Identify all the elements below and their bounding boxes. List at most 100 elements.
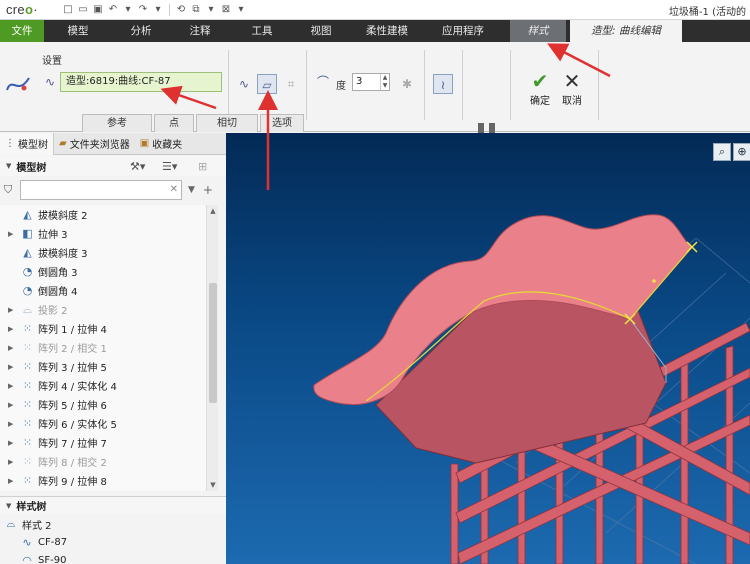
tab-applications[interactable]: 应用程序 [426,20,500,42]
model-tree-header[interactable]: ▼ 模型树 ⚒▾ ☰▾ ⊞ [0,156,226,176]
dropdown-icon[interactable]: ▼ [188,185,195,195]
tree-row[interactable]: ▶ ⁙ 阵列 1 / 拉伸 4 [0,319,206,338]
expand-icon[interactable]: ▶ [8,401,16,409]
tab-model[interactable]: 模型 [44,20,112,42]
tab-view[interactable]: 视图 [294,20,348,42]
windows-icon[interactable]: ⧉ [190,4,202,16]
columns-icon[interactable]: ⊞ [198,160,207,173]
radial-icon[interactable]: ✱ [397,74,417,94]
tree-row[interactable]: ◭ 拔模斜度 3 [0,243,206,262]
tree-row[interactable]: ▶ ⁙ 阵列 3 / 拉伸 5 [0,357,206,376]
clear-icon[interactable]: ✕ [170,184,178,195]
style-tree-item[interactable]: ◠ SF-90 [0,551,226,564]
zoom-fit-icon[interactable]: ⌕ [713,143,731,161]
subtab-references[interactable]: 参考 [82,114,152,132]
tree-row-label: 拔模斜度 2 [38,211,88,222]
new-file-icon[interactable]: □ [62,4,74,16]
tree-row[interactable]: ▶ ⁙ 阵列 9 / 拉伸 8 [0,471,206,490]
expand-icon[interactable]: ▶ [8,306,16,314]
favorites-icon: ▣ [139,138,150,149]
tab-analysis[interactable]: 分析 [112,20,170,42]
tab-annotate[interactable]: 注释 [170,20,230,42]
tree-row[interactable]: ◔ 倒圆角 4 [0,281,206,300]
tree-row-label: 阵列 1 / 拉伸 4 [38,325,107,336]
regenerate-icon[interactable]: ⟲ [175,4,187,16]
control-point[interactable] [652,279,656,283]
tab-folder-browser[interactable]: ▰ 文件夹浏览器 [54,133,135,155]
tab-style[interactable]: 样式 [510,20,566,42]
free-curve-icon[interactable]: ∿ [234,74,254,94]
add-icon[interactable]: + [203,183,213,197]
spinner-arrows[interactable]: ▲ ▼ [380,74,389,90]
tree-row-label: 投影 2 [38,306,68,317]
dropdown-icon[interactable]: ▾ [152,4,164,16]
tab-favorites[interactable]: ▣ 收藏夹 [135,133,187,155]
tab-flexible-modeling[interactable]: 柔性建模 [348,20,426,42]
cos-curve-icon[interactable]: ⌗ [281,74,301,94]
expand-icon[interactable]: ▶ [8,458,16,466]
tree-row-label: 阵列 7 / 拉伸 7 [38,439,107,450]
navigator-tabs: ⋮ 模型树 ▰ 文件夹浏览器 ▣ 收藏夹 [0,132,226,155]
expand-icon[interactable]: ▶ [8,325,16,333]
tab-model-tree[interactable]: ⋮ 模型树 [0,132,54,155]
tree-scrollbar[interactable]: ▲ ▼ [206,205,218,491]
dropdown-icon[interactable]: ▾ [205,4,217,16]
filter-icon[interactable]: ⛉ [4,183,20,197]
style-tree-root[interactable]: ⌓ 样式 2 [0,515,226,533]
subtab-tangent[interactable]: 相切 [196,114,258,132]
expand-icon[interactable]: ▶ [8,344,16,352]
expand-icon[interactable]: ▶ [8,382,16,390]
tree-row[interactable]: ▶ ⁙ 阵列 5 / 拉伸 6 [0,395,206,414]
subtab-options[interactable]: 选项 [260,114,304,132]
dropdown-icon[interactable]: ▾ [122,4,134,16]
expand-icon[interactable]: ▶ [8,230,16,238]
show-list-icon[interactable]: ☰▾ [162,160,177,173]
collapse-icon[interactable]: ▼ [6,502,11,510]
tab-file[interactable]: 文件 [0,20,44,42]
tree-row[interactable]: ◔ 倒圆角 3 [0,262,206,281]
planar-curve-icon[interactable]: ▱ [257,74,277,94]
scroll-up-icon[interactable]: ▲ [207,205,219,217]
tab-tools[interactable]: 工具 [230,20,294,42]
tree-search-input[interactable]: ✕ [20,180,182,200]
tab-curve-edit[interactable]: 造型: 曲线编辑 [570,20,682,42]
collapse-icon[interactable]: ▼ [6,162,11,170]
expand-icon[interactable]: ▶ [8,477,16,485]
settings-hammer-icon[interactable]: ⚒▾ [130,160,145,173]
checkmark-icon: ✔ [531,69,549,93]
save-icon[interactable]: ▣ [92,4,104,16]
customize-dropdown-icon[interactable]: ▾ [235,4,247,16]
tree-row[interactable]: ▶ ⌓ 投影 2 [0,300,206,319]
expand-icon[interactable]: ▶ [8,439,16,447]
graphics-viewport[interactable]: ⌕ ⊕ [226,133,750,564]
tree-row[interactable]: ▶ ⁙ 阵列 2 / 相交 1 [0,338,206,357]
curve-reference-field[interactable]: 造型:6819:曲线:CF-87 [60,72,222,92]
style-icon: ⌓ [6,517,16,530]
ribbon-panel: 设置 ∿ 造型:6819:曲线:CF-87 ∿ ▱ ⌗ ⌒ 度 3 ▲ ▼ ✱ ≀ … [0,42,750,140]
scroll-down-icon[interactable]: ▼ [207,479,219,491]
scroll-thumb[interactable] [209,283,217,403]
tree-row[interactable]: ◭ 拔模斜度 2 [0,205,206,224]
tree-row[interactable]: ▶ ◧ 拉伸 3 [0,224,206,243]
zoom-in-icon[interactable]: ⊕ [733,143,750,161]
tree-row[interactable]: ▶ ⁙ 阵列 8 / 相交 2 [0,452,206,471]
close-window-icon[interactable]: ⊠ [220,4,232,16]
ok-button[interactable]: ✔ 确定 [523,70,557,107]
degree-icon: ⌒ [316,75,329,89]
curvature-display-icon[interactable]: ≀ [433,74,453,94]
curve-type-icon[interactable]: ∿ [40,72,60,92]
expand-icon[interactable]: ▶ [8,420,16,428]
tree-row[interactable]: ▶ ⁙ 阵列 6 / 实体化 5 [0,414,206,433]
expand-icon[interactable]: ▶ [8,363,16,371]
undo-icon[interactable]: ↶ [107,4,119,16]
open-folder-icon[interactable]: ▭ [77,4,89,16]
degree-spinner[interactable]: 3 ▲ ▼ [352,73,390,91]
style-tree-item[interactable]: ∿ CF-87 [0,533,226,551]
sub-tab-bar: 参考 点 相切 选项 [82,114,306,132]
subtab-points[interactable]: 点 [154,114,194,132]
cancel-button[interactable]: ✕ 取消 [555,70,589,107]
redo-icon[interactable]: ↷ [137,4,149,16]
tree-row[interactable]: ▶ ⁙ 阵列 7 / 拉伸 7 [0,433,206,452]
tree-row[interactable]: ▶ ⁙ 阵列 4 / 实体化 4 [0,376,206,395]
style-tree-header[interactable]: ▼ 样式树 [0,496,226,514]
